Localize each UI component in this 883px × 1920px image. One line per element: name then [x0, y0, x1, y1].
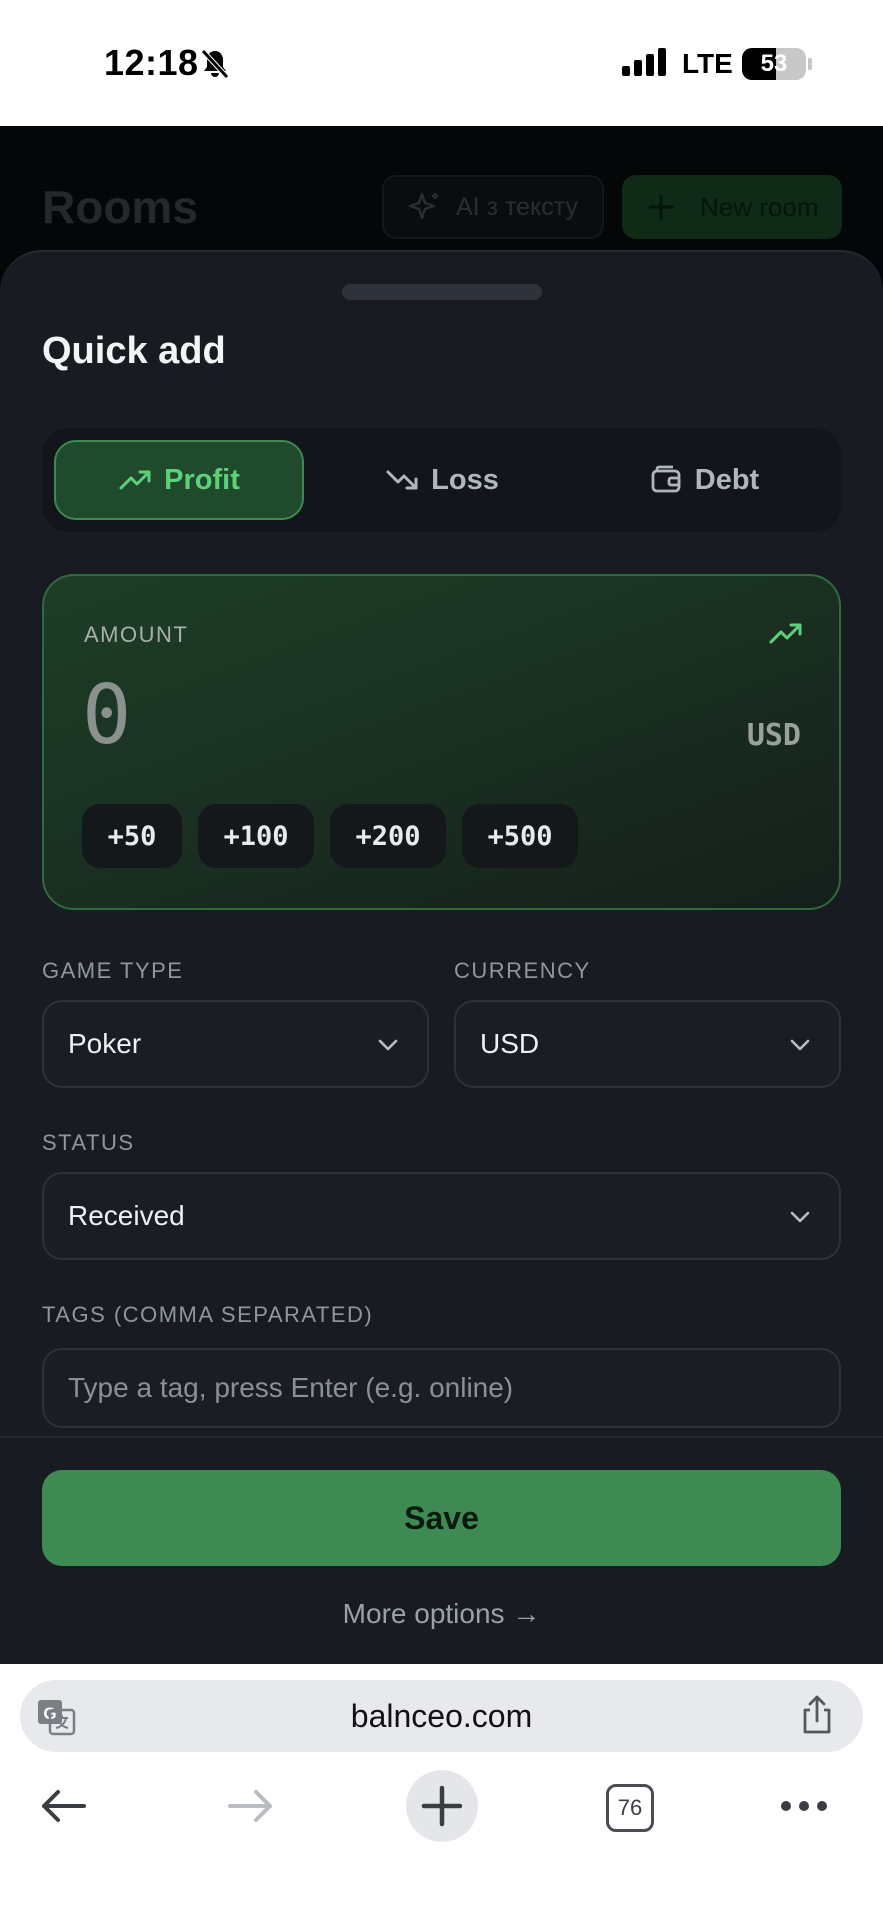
tab-debt[interactable]: Debt	[579, 440, 829, 520]
status-time: 12:18	[104, 42, 199, 83]
tab-profit[interactable]: Profit	[54, 440, 304, 520]
game-type-value: Poker	[68, 1028, 142, 1059]
plus-icon	[648, 194, 674, 220]
tags-label: TAGS (COMMA SEPARATED)	[42, 1302, 374, 1327]
save-button[interactable]: Save	[42, 1470, 841, 1566]
wallet-icon	[651, 465, 681, 493]
status-value: Received	[68, 1200, 185, 1231]
share-icon[interactable]	[799, 1694, 835, 1736]
browser-toolbar: balnceo.com G 76	[0, 1664, 883, 1920]
translate-icon[interactable]: G	[36, 1696, 76, 1736]
currency-label: CURRENCY	[454, 958, 591, 983]
sheet-drag-handle[interactable]	[342, 284, 542, 300]
back-arrow-icon[interactable]	[38, 1786, 88, 1826]
status-bar: 12:18 LTE 53	[0, 0, 883, 126]
quick-add-200-button[interactable]: +200	[330, 804, 446, 868]
more-options-link[interactable]: More options →	[0, 1598, 883, 1630]
tab-profit-label: Profit	[164, 463, 240, 496]
more-menu-icon[interactable]	[780, 1796, 828, 1816]
new-room-label: New room	[700, 191, 819, 222]
page-title: Rooms	[42, 181, 198, 233]
network-type: LTE	[682, 48, 733, 79]
battery-icon: 53	[742, 48, 806, 80]
bell-muted-icon	[201, 49, 229, 79]
currency-select[interactable]: USD	[454, 1000, 841, 1088]
battery-cap	[808, 58, 812, 70]
tags-input[interactable]	[42, 1348, 841, 1428]
trending-up-icon	[119, 470, 151, 490]
battery-percent: 53	[760, 50, 788, 77]
tabs-count-button[interactable]: 76	[606, 1784, 654, 1832]
currency-value: USD	[480, 1028, 540, 1059]
new-room-button: New room	[622, 175, 842, 239]
game-type-label: GAME TYPE	[42, 958, 184, 983]
ai-from-text-button: AI з тексту	[382, 175, 604, 239]
game-type-select[interactable]: Poker	[42, 1000, 429, 1088]
address-bar[interactable]: balnceo.com G	[20, 1680, 863, 1752]
sparkles-icon	[408, 192, 438, 220]
quick-add-sheet: Quick add Profit Loss Debt AMOUNT 0 USD …	[0, 250, 883, 1664]
tab-debt-label: Debt	[694, 463, 760, 496]
status-select[interactable]: Received	[42, 1172, 841, 1260]
amount-label: AMOUNT	[84, 622, 189, 647]
trending-down-icon	[386, 470, 418, 490]
quick-add-50-button[interactable]: +50	[82, 804, 182, 868]
url-text: balnceo.com	[350, 1698, 533, 1734]
amount-input[interactable]: 0	[82, 668, 131, 763]
chevron-down-icon	[378, 1039, 398, 1051]
sheet-footer: Save More options →	[0, 1436, 883, 1664]
entry-type-segmented-control: Profit Loss Debt	[42, 428, 841, 532]
amount-card: AMOUNT 0 USD +50 +100 +200 +500	[42, 574, 841, 910]
forward-arrow-icon[interactable]	[226, 1786, 276, 1826]
sheet-title: Quick add	[42, 330, 226, 372]
amount-currency: USD	[746, 718, 801, 753]
status-label: STATUS	[42, 1130, 135, 1155]
chevron-down-icon	[790, 1039, 810, 1051]
trending-up-icon	[769, 623, 802, 644]
plus-icon	[421, 1785, 463, 1827]
ai-from-text-label: AI з тексту	[456, 192, 578, 221]
signal-icon	[622, 48, 666, 76]
tab-loss-label: Loss	[431, 463, 499, 496]
quick-add-500-button[interactable]: +500	[462, 804, 578, 868]
chevron-down-icon	[790, 1211, 810, 1223]
quick-add-100-button[interactable]: +100	[198, 804, 314, 868]
new-tab-button[interactable]	[406, 1770, 478, 1842]
tab-loss[interactable]: Loss	[317, 440, 567, 520]
